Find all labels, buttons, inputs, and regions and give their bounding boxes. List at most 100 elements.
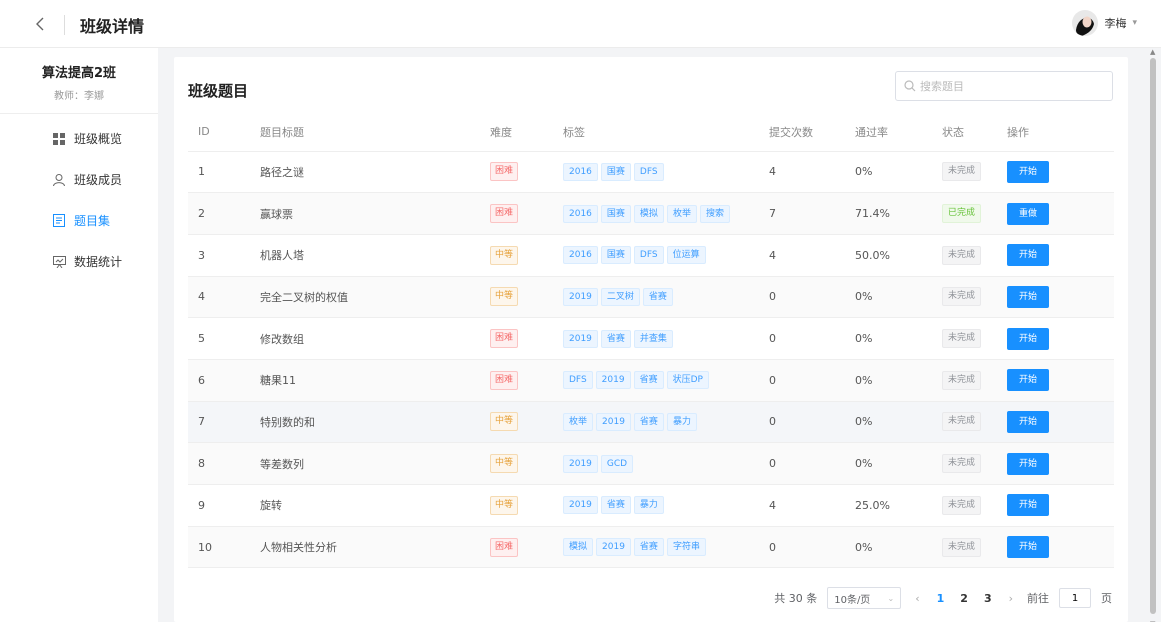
next-page-button[interactable]: ›	[1005, 592, 1017, 605]
status-badge: 未完成	[942, 495, 982, 515]
problem-title: 机器人塔	[250, 234, 480, 277]
difficulty-cell: 中等	[480, 234, 553, 277]
tag: 省赛	[633, 538, 664, 557]
start-button[interactable]: 开始	[1007, 160, 1049, 183]
submission-count: 0	[759, 276, 845, 319]
action-cell: 开始	[997, 401, 1114, 444]
sidebar-item-members[interactable]: 班级成员	[0, 159, 158, 200]
problem-panel: 班级题目 ID 题目标题 难度 标签 提交次数 通过率 状态 操作 1路径之谜困…	[174, 57, 1128, 622]
status-badge: 未完成	[942, 412, 982, 432]
column-header: 难度	[480, 113, 553, 152]
difficulty-cell: 困难	[480, 526, 553, 569]
start-button[interactable]: 开始	[1007, 327, 1049, 350]
status-cell: 未完成	[932, 442, 997, 485]
redo-button[interactable]: 重做	[1007, 202, 1049, 225]
sidebar-item-statistics[interactable]: 数据统计	[0, 241, 158, 282]
page-size-select[interactable]: 10条/页 ⌄	[827, 587, 902, 609]
tag: 国赛	[600, 162, 631, 181]
tags-cell: 2019 省赛 并查集	[553, 317, 759, 360]
action-cell: 开始	[997, 526, 1114, 569]
status-cell: 未完成	[932, 151, 997, 194]
page-number[interactable]: 1	[934, 592, 948, 605]
tag: 状压DP	[666, 371, 709, 390]
chart-board-icon	[52, 255, 66, 269]
status-cell: 已完成	[932, 192, 997, 235]
tag: 2019	[596, 412, 631, 431]
start-button[interactable]: 开始	[1007, 536, 1049, 559]
tags-cell: 2016 国赛 DFS	[553, 151, 759, 194]
pass-rate: 0%	[845, 526, 932, 569]
sidebar-nav: 班级概览 班级成员 题目集 数据统计	[0, 118, 158, 282]
start-button[interactable]: 开始	[1007, 285, 1049, 308]
tag: 枚举	[666, 204, 697, 223]
sidebar: 算法提高2班 教师：李娜 班级概览 班级成员 题目集 数据统计	[0, 48, 158, 622]
action-cell: 开始	[997, 234, 1114, 277]
start-button[interactable]: 开始	[1007, 452, 1049, 475]
panel-title: 班级题目	[188, 82, 249, 100]
column-header: 提交次数	[759, 113, 845, 152]
page-number[interactable]: 2	[957, 592, 971, 605]
search-input[interactable]	[920, 79, 1100, 93]
difficulty-cell: 困难	[480, 359, 553, 402]
sidebar-item-label: 题目集	[74, 214, 111, 228]
status-cell: 未完成	[932, 276, 997, 319]
submission-count: 4	[759, 151, 845, 194]
tag: 二叉树	[600, 287, 640, 306]
action-cell: 开始	[997, 317, 1114, 360]
document-icon	[52, 214, 66, 228]
tag: 模拟	[563, 538, 594, 557]
status-badge: 未完成	[942, 162, 982, 182]
problem-id: 8	[188, 442, 250, 485]
start-button[interactable]: 开始	[1007, 369, 1049, 392]
problem-id: 2	[188, 192, 250, 235]
scrollbar[interactable]: ▲ ▼	[1149, 48, 1157, 622]
difficulty-cell: 困难	[480, 192, 553, 235]
tag: 暴力	[666, 412, 697, 431]
start-button[interactable]: 开始	[1007, 244, 1049, 267]
status-badge: 已完成	[942, 204, 982, 224]
table-row: 4 完全二叉树的权值 中等 2019 二叉树 省赛 0 0% 未完成 开始	[188, 276, 1114, 319]
problem-title: 路径之谜	[250, 151, 480, 194]
scroll-up-icon[interactable]: ▲	[1150, 48, 1155, 56]
page-number[interactable]: 3	[981, 592, 995, 605]
search-box[interactable]	[895, 71, 1113, 101]
top-bar: 班级详情 李梅 ▾	[0, 0, 1161, 48]
difficulty-badge: 困难	[490, 204, 519, 224]
problem-id: 4	[188, 276, 250, 319]
tag: 省赛	[642, 287, 673, 306]
tag: 省赛	[633, 412, 664, 431]
status-badge: 未完成	[942, 454, 982, 474]
status-badge: 未完成	[942, 287, 982, 307]
action-cell: 开始	[997, 484, 1114, 527]
tags-cell: 2016 国赛 DFS 位运算	[553, 234, 759, 277]
tag: 2019	[563, 287, 598, 306]
difficulty-badge: 困难	[490, 329, 519, 349]
problem-title: 修改数组	[250, 317, 480, 360]
problem-id: 7	[188, 401, 250, 444]
pass-rate: 0%	[845, 401, 932, 444]
class-info: 算法提高2班 教师：李娜	[0, 48, 158, 114]
start-button[interactable]: 开始	[1007, 494, 1049, 517]
sidebar-item-overview[interactable]: 班级概览	[0, 118, 158, 159]
difficulty-badge: 困难	[490, 537, 519, 557]
tags-cell: 2016 国赛 模拟 枚举 搜索	[553, 192, 759, 235]
start-button[interactable]: 开始	[1007, 410, 1049, 433]
sidebar-item-problem-set[interactable]: 题目集	[0, 200, 158, 241]
sidebar-item-label: 班级成员	[74, 173, 123, 187]
class-teacher: 教师：李娜	[54, 91, 104, 102]
tag: 搜索	[699, 204, 730, 223]
difficulty-badge: 困难	[490, 162, 519, 182]
action-cell: 开始	[997, 359, 1114, 402]
tag: 2019	[563, 454, 598, 473]
prev-page-button[interactable]: ‹	[911, 592, 923, 605]
scroll-thumb[interactable]	[1150, 58, 1156, 614]
problem-title: 人物相关性分析	[250, 526, 480, 569]
goto-page-input[interactable]	[1059, 588, 1091, 608]
action-cell: 开始	[997, 276, 1114, 319]
status-cell: 未完成	[932, 484, 997, 527]
problem-title: 糖果11	[250, 359, 480, 402]
user-menu[interactable]: 李梅 ▾	[1072, 10, 1137, 36]
tags-cell: 枚举 2019 省赛 暴力	[553, 401, 759, 444]
class-name: 算法提高2班	[41, 66, 117, 81]
back-button[interactable]	[28, 12, 52, 36]
